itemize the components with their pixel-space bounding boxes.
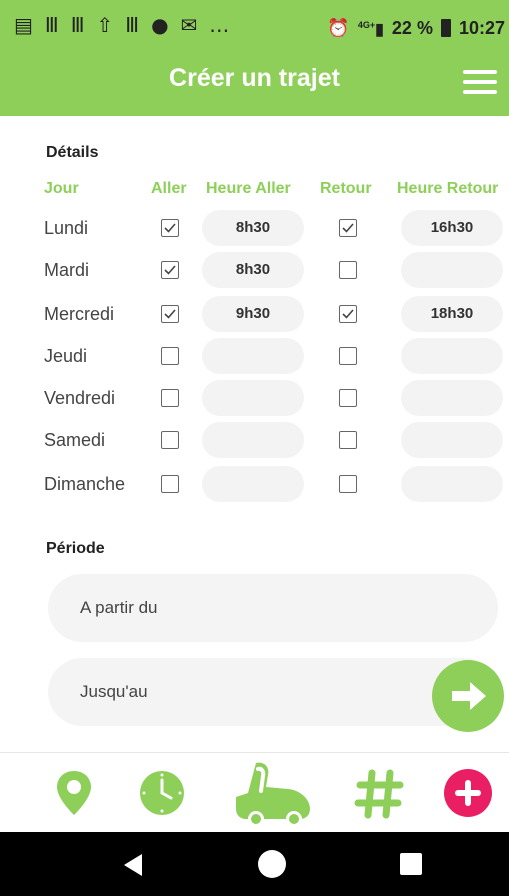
day-label: Jeudi: [44, 346, 88, 366]
notification-icons: ▤ Ⅲ Ⅲ ⇧ Ⅲ ● ✉ …: [14, 14, 229, 36]
return-checkbox[interactable]: [339, 219, 357, 237]
day-label: Dimanche: [44, 474, 126, 494]
outbound-checkbox[interactable]: [161, 389, 179, 407]
outbound-checkbox[interactable]: [161, 261, 179, 279]
hitchhike-thumb-icon: [236, 762, 310, 827]
return-checkbox[interactable]: [339, 389, 357, 407]
return-time-field[interactable]: [401, 466, 503, 502]
return-checkbox[interactable]: [339, 475, 357, 493]
return-checkbox[interactable]: [339, 431, 357, 449]
outbound-time-field[interactable]: [202, 422, 304, 458]
column-header-outbound-time: Heure Aller: [206, 180, 291, 197]
notification-app-icon: Ⅲ: [44, 13, 59, 37]
plus-circle-icon: [444, 769, 492, 817]
bottom-nav: [0, 752, 509, 832]
outbound-checkbox[interactable]: [161, 475, 179, 493]
column-header-outbound: Aller: [151, 180, 187, 197]
outbound-checkbox[interactable]: [161, 347, 179, 365]
status-bar: ▤ Ⅲ Ⅲ ⇧ Ⅲ ● ✉ … ⏰ 4G+▮ 22 % 10:27: [0, 0, 509, 50]
period-title: Période: [46, 540, 105, 557]
start-date-placeholder: A partir du: [80, 598, 158, 617]
status-indicators: ⏰ 4G+▮ 22 % 10:27: [327, 14, 505, 41]
outbound-time-field[interactable]: [202, 466, 304, 502]
column-header-return-time: Heure Retour: [397, 180, 499, 197]
day-label: Lundi: [44, 218, 89, 238]
trip-form: Détails Jour Aller Heure Aller Retour He…: [0, 116, 509, 752]
return-time-field[interactable]: 16h30: [401, 210, 503, 246]
mail-icon: ✉: [180, 13, 198, 37]
day-row: Vendredi: [0, 380, 509, 416]
nav-item-tags[interactable]: [340, 753, 420, 833]
return-checkbox[interactable]: [339, 347, 357, 365]
app-header: Créer un trajet: [0, 50, 509, 116]
column-header-day: Jour: [44, 180, 79, 197]
outbound-checkbox[interactable]: [161, 305, 179, 323]
battery-icon: [440, 18, 451, 37]
end-date-placeholder: Jusqu'au: [80, 682, 148, 701]
alarm-icon: ⏰: [327, 17, 350, 38]
end-date-field[interactable]: Jusqu'au: [48, 658, 498, 726]
hashtag-icon: [354, 769, 404, 819]
next-button[interactable]: [432, 660, 504, 732]
day-label: Vendredi: [44, 388, 116, 408]
nav-item-create-trip[interactable]: [226, 753, 326, 833]
hamburger-menu-icon[interactable]: [463, 68, 497, 96]
location-pin-icon: [57, 771, 91, 815]
nav-item-location[interactable]: [36, 753, 116, 833]
return-time-field[interactable]: [401, 422, 503, 458]
upload-icon: ⇧: [96, 13, 114, 37]
battery-percent: 22 %: [391, 17, 433, 38]
outbound-checkbox[interactable]: [161, 431, 179, 449]
day-row: Mardi 8h30: [0, 252, 509, 288]
day-row: Jeudi: [0, 338, 509, 374]
day-label: Mercredi: [44, 304, 115, 324]
details-title: Détails: [46, 144, 99, 161]
notification-app-icon: Ⅲ: [70, 13, 85, 37]
outbound-time-field[interactable]: 9h30: [202, 296, 304, 332]
nav-item-add[interactable]: [430, 753, 509, 833]
more-notifications-icon: …: [209, 13, 230, 37]
signal-icon: 4G+▮: [357, 20, 384, 39]
clock-icon: [140, 771, 184, 815]
network-type: 4G+: [357, 20, 376, 30]
start-date-field[interactable]: A partir du: [48, 574, 498, 642]
messenger-icon: ●: [151, 13, 169, 37]
day-label: Samedi: [44, 430, 106, 450]
outbound-time-field[interactable]: 8h30: [202, 252, 304, 288]
day-row: Lundi 8h30 16h30: [0, 210, 509, 246]
column-header-return: Retour: [320, 180, 372, 197]
return-time-field[interactable]: [401, 380, 503, 416]
clock-time: 10:27: [458, 17, 505, 38]
home-icon[interactable]: [256, 848, 288, 880]
back-icon[interactable]: [118, 850, 148, 880]
outbound-time-field[interactable]: [202, 338, 304, 374]
recents-icon[interactable]: [398, 851, 424, 877]
nav-item-schedule[interactable]: [118, 753, 208, 833]
notification-app-icon: Ⅲ: [125, 13, 140, 37]
return-checkbox[interactable]: [339, 261, 357, 279]
outbound-time-field[interactable]: [202, 380, 304, 416]
return-time-field[interactable]: [401, 338, 503, 374]
outbound-checkbox[interactable]: [161, 219, 179, 237]
outbound-time-field[interactable]: 8h30: [202, 210, 304, 246]
system-navigation-bar: [0, 832, 509, 896]
notification-app-icon: ▤: [14, 13, 33, 37]
day-row: Samedi: [0, 422, 509, 458]
return-time-field[interactable]: [401, 252, 503, 288]
arrow-right-icon: [452, 682, 486, 710]
return-time-field[interactable]: 18h30: [401, 296, 503, 332]
day-label: Mardi: [44, 260, 90, 280]
day-row: Dimanche: [0, 466, 509, 502]
page-title: Créer un trajet: [169, 64, 340, 92]
day-row: Mercredi 9h30 18h30: [0, 296, 509, 332]
return-checkbox[interactable]: [339, 305, 357, 323]
